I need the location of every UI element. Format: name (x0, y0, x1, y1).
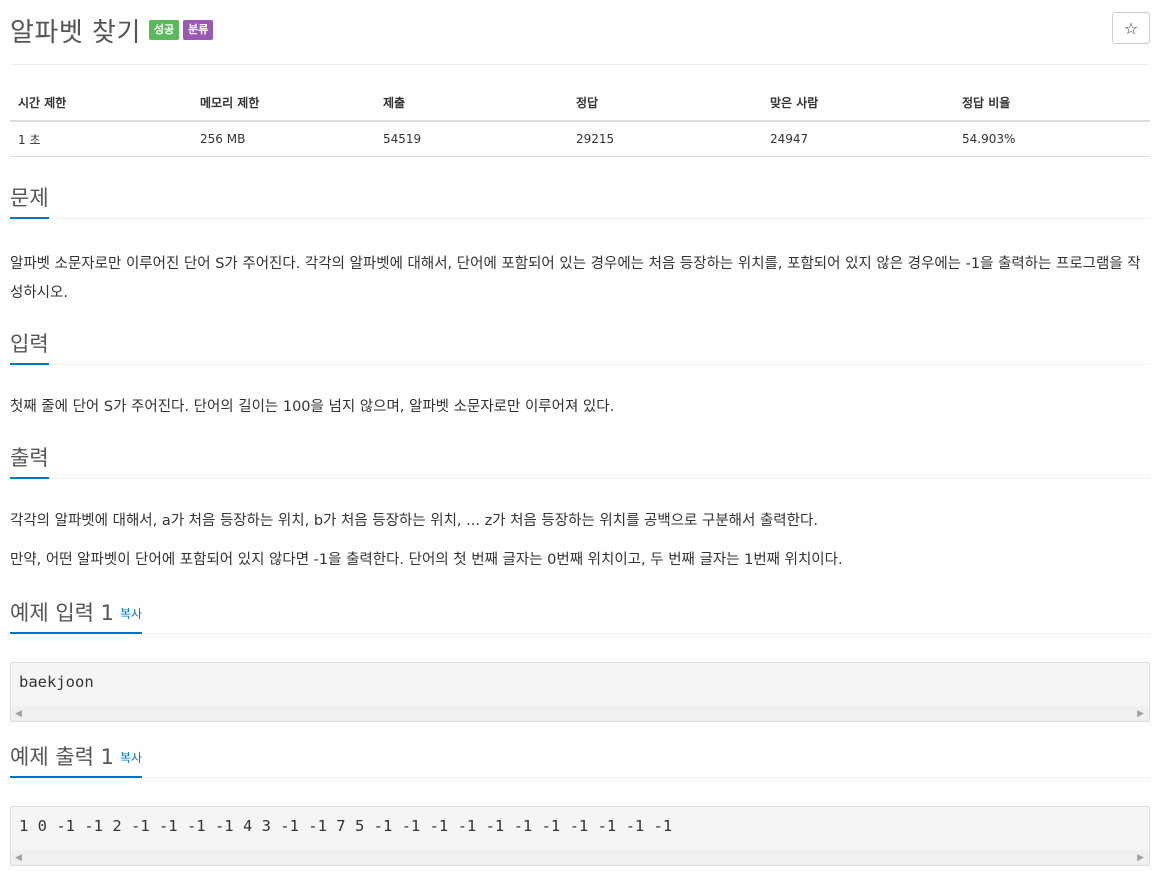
sample-output-title: 예제 출력 1 (10, 745, 114, 769)
output-description-2: 만약, 어떤 알파벳이 단어에 포함되어 있지 않다면 -1을 출력한다. 단어… (10, 552, 843, 568)
page-title: 알파벳 찾기 (10, 17, 141, 48)
output-description-1: 각각의 알파벳에 대해서, a가 처음 등장하는 위치, b가 처음 등장하는 … (10, 513, 818, 529)
sample-input-title: 예제 입력 1 (10, 601, 114, 625)
scroll-left-icon[interactable]: ◀ (15, 853, 22, 863)
input-description: 첫째 줄에 단어 S가 주어진다. 단어의 길이는 100을 넘지 않으며, 알… (10, 399, 615, 415)
input-heading: 입력 (10, 332, 49, 366)
star-icon: ☆ (1123, 18, 1139, 38)
output-section-header: 출력 (10, 446, 1150, 480)
input-section-header: 입력 (10, 332, 1150, 366)
sample-output-header: 예제 출력 1 복사 (10, 745, 1150, 779)
scroll-left-icon[interactable]: ◀ (15, 709, 22, 719)
col-accepted: 정답 (568, 84, 762, 122)
problem-heading: 문제 (10, 186, 49, 220)
problem-section-header: 문제 (10, 186, 1150, 220)
title-row: 알파벳 찾기 성공 분류 (10, 12, 214, 48)
solvers-value[interactable]: 24947 (762, 121, 954, 157)
memory-limit-value: 256 MB (192, 121, 375, 157)
col-ratio: 정답 비율 (954, 84, 1150, 122)
accepted-value[interactable]: 29215 (568, 121, 762, 157)
sample-output-scrollbar[interactable]: ◀ ▶ (11, 850, 1149, 865)
scroll-right-icon[interactable]: ▶ (1137, 853, 1144, 863)
sample-output-box[interactable]: 1 0 -1 -1 2 -1 -1 -1 -1 4 3 -1 -1 7 5 -1… (10, 806, 1150, 866)
sample-output-heading: 예제 출력 1 복사 (10, 745, 143, 779)
time-limit-value: 1 초 (10, 121, 192, 157)
sample-input-header: 예제 입력 1 복사 (10, 601, 1150, 635)
divider (10, 64, 1150, 65)
output-heading: 출력 (10, 446, 49, 480)
sample-output-content: 1 0 -1 -1 2 -1 -1 -1 -1 4 3 -1 -1 7 5 -1… (19, 817, 673, 835)
copy-sample-output-link[interactable]: 복사 (120, 751, 142, 765)
col-submissions: 제출 (375, 84, 568, 122)
sample-input-content: baekjoon (19, 673, 94, 691)
submissions-value[interactable]: 54519 (375, 121, 568, 157)
col-memory-limit: 메모리 제한 (192, 84, 375, 122)
table-row: 1 초 256 MB 54519 29215 24947 54.903% (10, 121, 1150, 157)
sample-input-scrollbar[interactable]: ◀ ▶ (11, 706, 1149, 721)
table-header-row: 시간 제한 메모리 제한 제출 정답 맞은 사람 정답 비율 (10, 84, 1150, 122)
scroll-right-icon[interactable]: ▶ (1137, 709, 1144, 719)
category-badge[interactable]: 분류 (183, 19, 214, 41)
problem-info-table: 시간 제한 메모리 제한 제출 정답 맞은 사람 정답 비율 1 초 256 M… (10, 84, 1150, 157)
col-time-limit: 시간 제한 (10, 84, 192, 122)
favorite-button[interactable]: ☆ (1112, 12, 1150, 44)
problem-description: 알파벳 소문자로만 이루어진 단어 S가 주어진다. 각각의 알파벳에 대해서,… (10, 256, 1141, 301)
col-solvers: 맞은 사람 (762, 84, 954, 122)
sample-input-heading: 예제 입력 1 복사 (10, 601, 143, 635)
status-badge-success[interactable]: 성공 (148, 19, 180, 41)
ratio-value: 54.903% (954, 121, 1150, 157)
copy-sample-input-link[interactable]: 복사 (120, 607, 142, 621)
sample-input-box[interactable]: baekjoon ◀ ▶ (10, 662, 1150, 722)
